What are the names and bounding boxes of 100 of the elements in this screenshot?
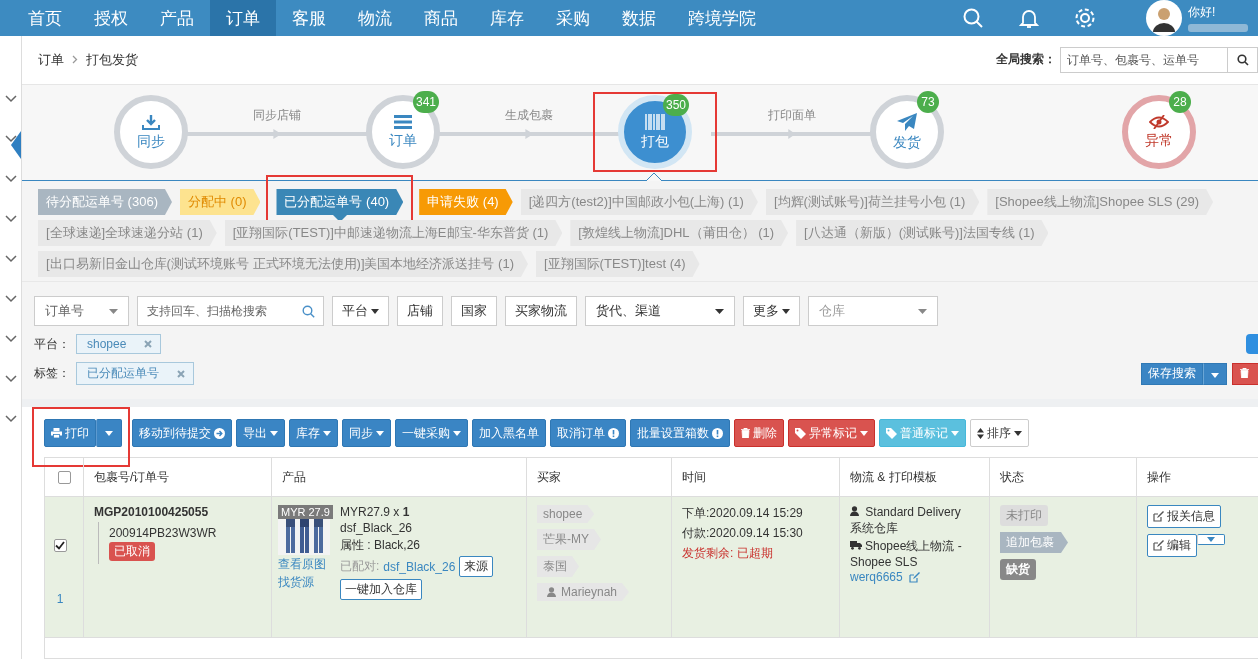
price-quantity: MYR27.9 x 1 <box>340 505 410 519</box>
tag-icon <box>886 427 897 439</box>
chevron-down-icon[interactable] <box>4 95 17 103</box>
toolbar-button[interactable]: 批量设置箱数 <box>630 419 730 447</box>
status-tag: 未打印 <box>1000 505 1048 526</box>
print-menu-button[interactable] <box>96 419 122 447</box>
time-text: 下单:2020.09.14 15:29 <box>682 505 804 522</box>
greeting-text: 你好! <box>1188 4 1217 21</box>
edit-menu-button[interactable] <box>1197 534 1225 545</box>
nav-item[interactable]: 采购 <box>540 0 606 36</box>
select-all-checkbox[interactable] <box>57 470 71 484</box>
product-link[interactable]: 找货源 <box>278 574 332 591</box>
breadcrumb-link[interactable]: 订单 <box>38 50 64 69</box>
buyer-tag: 芒果-MY <box>537 529 601 550</box>
chevron-down-icon[interactable] <box>4 175 17 183</box>
toolbar-button[interactable]: 移动到待提交 <box>132 419 232 447</box>
nav-item[interactable]: 产品 <box>144 0 210 36</box>
nav-item[interactable]: 首页 <box>12 0 78 36</box>
sort-icon <box>977 427 984 439</box>
tracking-number-link[interactable]: werq6665 <box>850 570 903 584</box>
filter-tag[interactable]: 待分配运单号 (306) <box>38 189 172 215</box>
toolbar-button[interactable]: 异常标记 <box>788 419 875 447</box>
filter-tag[interactable]: 分配中 (0) <box>179 189 261 215</box>
filter-tag[interactable]: [递四方(test2)]中国邮政小包(上海) (1) <box>520 189 758 215</box>
toolbar-button[interactable]: 同步 <box>342 419 391 447</box>
nav-item[interactable]: 订单 <box>210 0 276 36</box>
filter-tag[interactable]: [全球速递]全球速递分站 (1) <box>38 220 217 246</box>
nav-item[interactable]: 跨境学院 <box>672 0 772 36</box>
nav-item[interactable]: 库存 <box>474 0 540 36</box>
chevron-down-icon[interactable] <box>4 375 17 383</box>
chevron-down-icon[interactable] <box>4 295 17 303</box>
toolbar-button[interactable]: 加入黑名单 <box>472 419 546 447</box>
delete-button[interactable] <box>1232 362 1258 385</box>
filter-button[interactable]: 买家物流 <box>505 296 577 326</box>
toolbar-button[interactable]: 一键采购 <box>395 419 468 447</box>
edit-icon <box>1153 540 1164 551</box>
filter-tag[interactable]: [出口易新旧金山仓库(测试环境账号 正式环境无法使用)]美国本地经济派送挂号 (1) <box>38 251 528 277</box>
filter-tag[interactable]: [八达通（新版）(测试账号)]法国专线 (1) <box>796 220 1049 246</box>
chevron-down-icon[interactable] <box>4 335 17 343</box>
toolbar-button[interactable]: 普通标记 <box>879 419 966 447</box>
print-button[interactable]: 打印 <box>44 419 96 447</box>
blurred-username <box>1188 24 1248 32</box>
toolbar-button[interactable]: 排序 <box>970 419 1029 447</box>
bell-icon[interactable] <box>1018 7 1040 29</box>
price-tag: MYR 27.9 <box>278 505 333 519</box>
column-header: 状态 <box>1000 468 1024 486</box>
filter-button[interactable]: 国家 <box>451 296 497 326</box>
source-button[interactable]: 来源 <box>459 556 494 577</box>
search-field[interactable]: 支持回车、扫描枪搜索 <box>137 296 324 326</box>
chevron-down-icon[interactable] <box>4 215 17 223</box>
toolbar-button[interactable]: 删除 <box>734 419 784 447</box>
nav-item[interactable]: 物流 <box>342 0 408 36</box>
edit-icon[interactable] <box>908 571 920 583</box>
filter-chip[interactable]: shopee <box>76 334 162 354</box>
caret-icon <box>951 430 959 436</box>
global-search-field[interactable]: 订单号、包裹号、运单号 <box>1060 46 1228 73</box>
search-icon[interactable] <box>962 7 984 29</box>
nav-item[interactable]: 授权 <box>78 0 144 36</box>
toolbar-button[interactable]: 导出 <box>236 419 285 447</box>
caret-icon <box>371 308 379 314</box>
row-checkbox[interactable] <box>53 538 67 552</box>
settings-icon[interactable] <box>1074 7 1096 29</box>
product-attributes: 属性 : Black,26 <box>340 537 421 554</box>
warehouse-name: 系统仓库 <box>850 520 899 537</box>
avatar-icon[interactable] <box>1146 0 1182 36</box>
customs-info-button[interactable]: 报关信息 <box>1147 505 1221 528</box>
dropdown-button[interactable]: 更多 <box>743 296 800 326</box>
edit-button[interactable]: 编辑 <box>1147 534 1197 557</box>
save-search-menu-button[interactable] <box>1203 362 1227 385</box>
search-icon <box>302 305 315 318</box>
caret-icon <box>1014 430 1022 436</box>
select-field[interactable]: 仓库 <box>808 296 938 326</box>
product-link[interactable]: 查看原图 <box>278 556 332 573</box>
paired-sku-link[interactable]: dsf_Black_26 <box>383 559 456 574</box>
nav-item[interactable]: 数据 <box>606 0 672 36</box>
filter-tag[interactable]: [Shopee线上物流]Shopee SLS (29) <box>987 189 1214 215</box>
filter-button[interactable]: 店铺 <box>397 296 443 326</box>
chevron-down-icon[interactable] <box>4 135 17 143</box>
filter-tag[interactable]: 申请失败 (4) <box>419 189 513 215</box>
save-search-button[interactable]: 保存搜索 <box>1141 362 1203 385</box>
select-field[interactable]: 货代、渠道 <box>585 296 735 326</box>
nav-item[interactable]: 商品 <box>408 0 474 36</box>
connector-label: 同步店铺 <box>253 107 301 125</box>
status-tag: 缺货 <box>1000 559 1036 580</box>
nav-item[interactable]: 客服 <box>276 0 342 36</box>
chevron-down-icon[interactable] <box>4 255 17 263</box>
toolbar-button[interactable]: 库存 <box>289 419 338 447</box>
filter-tag[interactable]: [亚翔国际(TEST)]test (4) <box>536 251 700 277</box>
workflow-step[interactable]: 同步 <box>114 95 188 170</box>
filter-tag[interactable]: [敦煌线上物流]DHL（莆田仓） (1) <box>570 220 789 246</box>
collapse-tab-icon[interactable] <box>11 131 21 159</box>
filter-tag[interactable]: [均辉(测试账号)]荷兰挂号小包 (1) <box>765 189 980 215</box>
add-to-warehouse-button[interactable]: 一键加入仓库 <box>340 579 422 600</box>
dropdown-button[interactable]: 平台 <box>332 296 389 326</box>
filter-tag[interactable]: [亚翔国际(TEST)]中邮速递物流上海E邮宝-华东普货 (1) <box>224 220 563 246</box>
search-button[interactable] <box>1228 46 1258 73</box>
toolbar-button[interactable]: 取消订单 <box>550 419 626 447</box>
filter-chip[interactable]: 已分配运单号 <box>76 362 194 385</box>
select-field[interactable]: 订单号 <box>34 296 129 326</box>
chevron-down-icon[interactable] <box>4 415 17 423</box>
